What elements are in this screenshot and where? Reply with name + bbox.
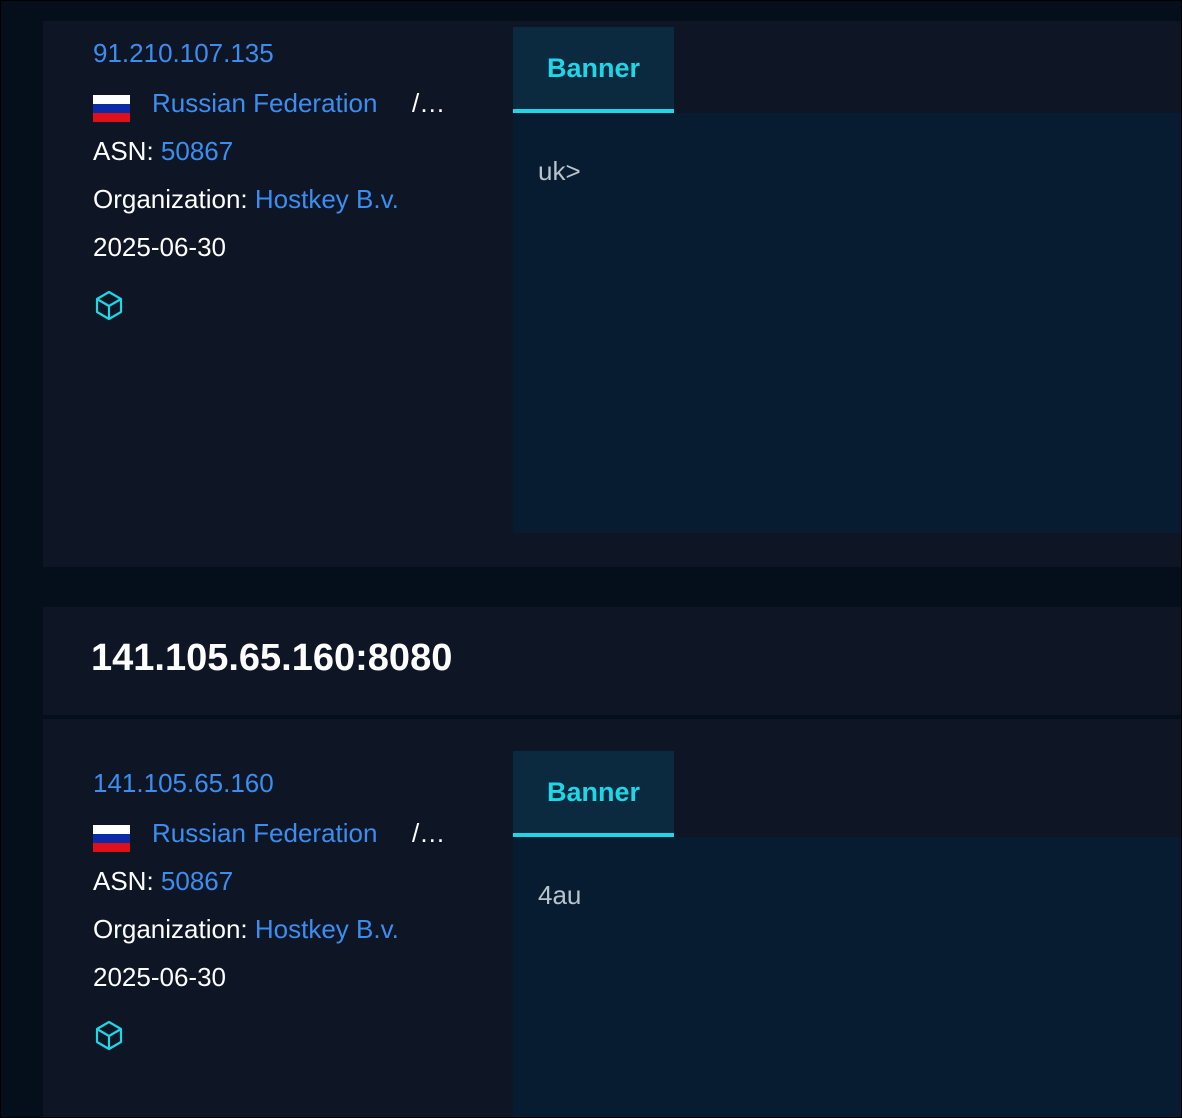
banner-text: 4au xyxy=(538,880,582,910)
organization-row: Organization: Hostkey B.v. xyxy=(93,181,399,217)
organization-label: Organization: xyxy=(93,914,248,944)
scan-date: 2025-06-30 xyxy=(93,962,226,992)
organization-label: Organization: xyxy=(93,184,248,214)
asn-row: ASN: 50867 xyxy=(93,863,233,899)
asn-label: ASN: xyxy=(93,136,154,166)
asn-link[interactable]: 50867 xyxy=(161,866,233,896)
ip-link[interactable]: 141.105.65.160 xyxy=(93,765,274,801)
country-row: Russian Federation /… xyxy=(93,83,493,123)
cube-icon[interactable] xyxy=(93,1019,125,1051)
scan-date: 2025-06-30 xyxy=(93,232,226,262)
country-row: Russian Federation /… xyxy=(93,813,493,853)
result-card: 91.210.107.135 Russian Federation /… ASN… xyxy=(43,21,1181,567)
result-card: 141.105.65.160 Russian Federation /… ASN… xyxy=(43,719,1181,1117)
country-link[interactable]: Russian Federation xyxy=(152,813,377,853)
results-list: 91.210.107.135 Russian Federation /… ASN… xyxy=(0,0,1182,1118)
city-truncated: /… xyxy=(412,818,446,848)
tab-banner[interactable]: Banner xyxy=(513,27,674,113)
tab-banner[interactable]: Banner xyxy=(513,751,674,837)
asn-link[interactable]: 50867 xyxy=(161,136,233,166)
russia-flag-icon xyxy=(93,95,130,122)
banner-panel: uk> xyxy=(513,113,1181,533)
russia-flag-icon xyxy=(93,825,130,852)
cube-icon[interactable] xyxy=(93,289,125,321)
asn-label: ASN: xyxy=(93,866,154,896)
host-port-title[interactable]: 141.105.65.160:8080 xyxy=(91,635,452,681)
organization-row: Organization: Hostkey B.v. xyxy=(93,911,399,947)
ip-link[interactable]: 91.210.107.135 xyxy=(93,35,274,71)
banner-panel: 4au xyxy=(513,837,1181,1117)
result-header: 141.105.65.160:8080 xyxy=(43,607,1181,715)
organization-link[interactable]: Hostkey B.v. xyxy=(255,184,399,214)
organization-link[interactable]: Hostkey B.v. xyxy=(255,914,399,944)
country-link[interactable]: Russian Federation xyxy=(152,83,377,123)
city-truncated: /… xyxy=(412,88,446,118)
asn-row: ASN: 50867 xyxy=(93,133,233,169)
banner-text: uk> xyxy=(538,156,581,186)
